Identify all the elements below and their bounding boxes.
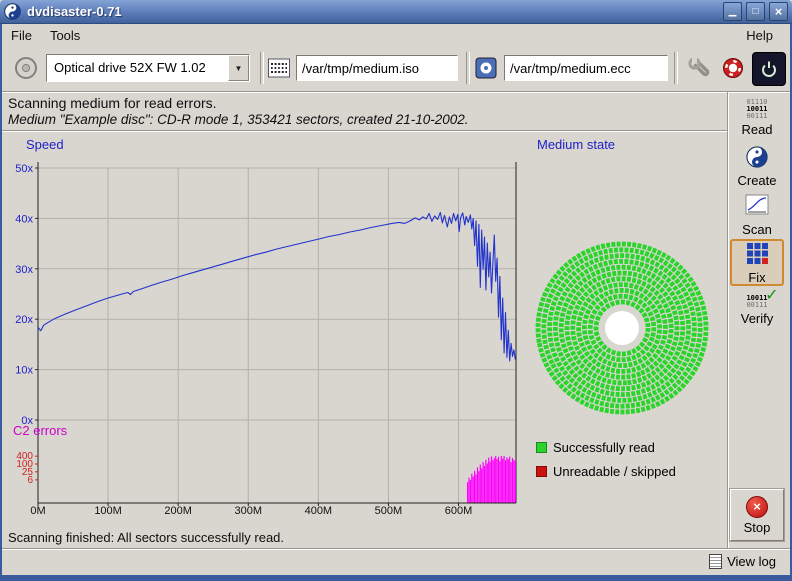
svg-text:40x: 40x: [15, 213, 33, 225]
wrench-icon: [687, 56, 711, 80]
svg-text:500M: 500M: [375, 505, 403, 517]
status-message: Scanning medium for read errors.: [8, 95, 217, 111]
read-button[interactable]: 01110 10011 00111 Read: [730, 94, 784, 141]
maximize-icon: □: [752, 7, 758, 17]
titlebar[interactable]: dvdisaster-0.71 ▁ □ ×: [0, 0, 792, 24]
fix-button-label: Fix: [748, 270, 765, 285]
yin-yang-icon: [746, 146, 768, 171]
window-border: [0, 575, 792, 581]
check-icon: ✓: [765, 291, 778, 298]
menu-help[interactable]: Help: [737, 25, 782, 46]
scan-curve-icon: [745, 193, 769, 220]
scan-button-label: Scan: [742, 222, 772, 237]
svg-text:200M: 200M: [164, 505, 192, 517]
view-log-button[interactable]: View log: [703, 553, 782, 570]
verify-button-label: Verify: [741, 311, 774, 326]
legend-skipped-swatch: [536, 466, 547, 477]
iso-path-input[interactable]: [296, 55, 458, 81]
medium-disc: [534, 240, 710, 416]
app-yin-yang-icon: [4, 3, 21, 20]
iso-image-icon: [267, 56, 291, 80]
scan-result-message: Scanning finished: All sectors successfu…: [8, 530, 284, 545]
stop-button[interactable]: × Stop: [730, 489, 784, 541]
c2-errors-label: C2 errors: [13, 423, 67, 438]
ecc-file-icon: [474, 56, 498, 80]
stop-icon: ×: [746, 496, 768, 518]
svg-text:100M: 100M: [94, 505, 122, 517]
toolbar-separator: [674, 52, 678, 84]
drive-selector-value: Optical drive 52X FW 1.02: [47, 55, 228, 81]
close-icon: ×: [775, 7, 783, 17]
horizontal-separator: [2, 91, 790, 93]
view-log-label: View log: [727, 554, 776, 569]
svg-text:300M: 300M: [234, 505, 262, 517]
verify-button[interactable]: 10011 00111 ✓ Verify: [730, 287, 784, 334]
preferences-button[interactable]: [684, 53, 714, 83]
fix-bricks-icon: [745, 241, 769, 268]
close-button[interactable]: ×: [769, 2, 788, 21]
svg-text:20x: 20x: [15, 314, 33, 326]
stop-button-label: Stop: [744, 520, 771, 535]
app-window: dvdisaster-0.71 ▁ □ × File Tools Help Op…: [0, 0, 792, 581]
svg-text:50x: 50x: [15, 163, 33, 175]
read-button-label: Read: [741, 122, 772, 137]
fix-button[interactable]: Fix: [730, 239, 784, 286]
medium-info: Medium "Example disc": CD-R mode 1, 3534…: [8, 112, 469, 127]
legend-skipped-label: Unreadable / skipped: [553, 464, 676, 479]
vertical-separator: [727, 92, 729, 548]
legend-success-label: Successfully read: [553, 440, 655, 455]
create-button-label: Create: [737, 173, 776, 188]
scan-chart: 50x40x30x20x10x0x0M100M200M300M400M500M6…: [8, 148, 533, 520]
scan-button[interactable]: Scan: [730, 191, 784, 238]
window-border: [0, 24, 2, 575]
menu-file[interactable]: File: [2, 25, 41, 46]
toolbar-separator: [260, 52, 264, 84]
drive-selector[interactable]: Optical drive 52X FW 1.02 ▼: [46, 54, 250, 82]
svg-text:600M: 600M: [445, 505, 473, 517]
binary-line: 00111: [746, 113, 767, 120]
ecc-path-input[interactable]: [504, 55, 668, 81]
chevron-down-icon[interactable]: ▼: [228, 55, 249, 81]
create-button[interactable]: Create: [730, 143, 784, 190]
svg-text:6: 6: [27, 475, 33, 486]
binary-check-icon: 10011 00111 ✓: [746, 295, 767, 309]
window-title: dvdisaster-0.71: [27, 4, 719, 19]
minimize-button[interactable]: ▁: [723, 2, 742, 21]
speed-chart-label: Speed: [26, 137, 64, 152]
toolbar-separator: [466, 52, 470, 84]
help-button[interactable]: [718, 53, 748, 83]
svg-text:400M: 400M: [305, 505, 333, 517]
toolbar: Optical drive 52X FW 1.02 ▼: [2, 46, 790, 91]
minimize-icon: ▁: [729, 7, 737, 17]
menu-tools[interactable]: Tools: [41, 25, 89, 46]
legend-skipped: Unreadable / skipped: [536, 464, 676, 479]
svg-text:0M: 0M: [30, 505, 45, 517]
menubar: File Tools Help: [2, 24, 790, 46]
maximize-button[interactable]: □: [746, 2, 765, 21]
drive-button[interactable]: [8, 50, 44, 86]
view-log-icon: [709, 554, 722, 569]
binary-read-icon: 01110 10011 00111: [746, 99, 767, 120]
statusbar: View log: [2, 548, 790, 575]
optical-drive-icon: [13, 55, 39, 81]
svg-text:30x: 30x: [15, 264, 33, 276]
legend-success: Successfully read: [536, 440, 655, 455]
svg-text:10x: 10x: [15, 365, 33, 377]
power-icon: [759, 59, 779, 79]
lifebelt-icon: [721, 56, 745, 80]
legend-success-swatch: [536, 442, 547, 453]
quit-button[interactable]: [752, 52, 786, 86]
horizontal-separator: [2, 130, 727, 132]
medium-state-label: Medium state: [537, 137, 615, 152]
